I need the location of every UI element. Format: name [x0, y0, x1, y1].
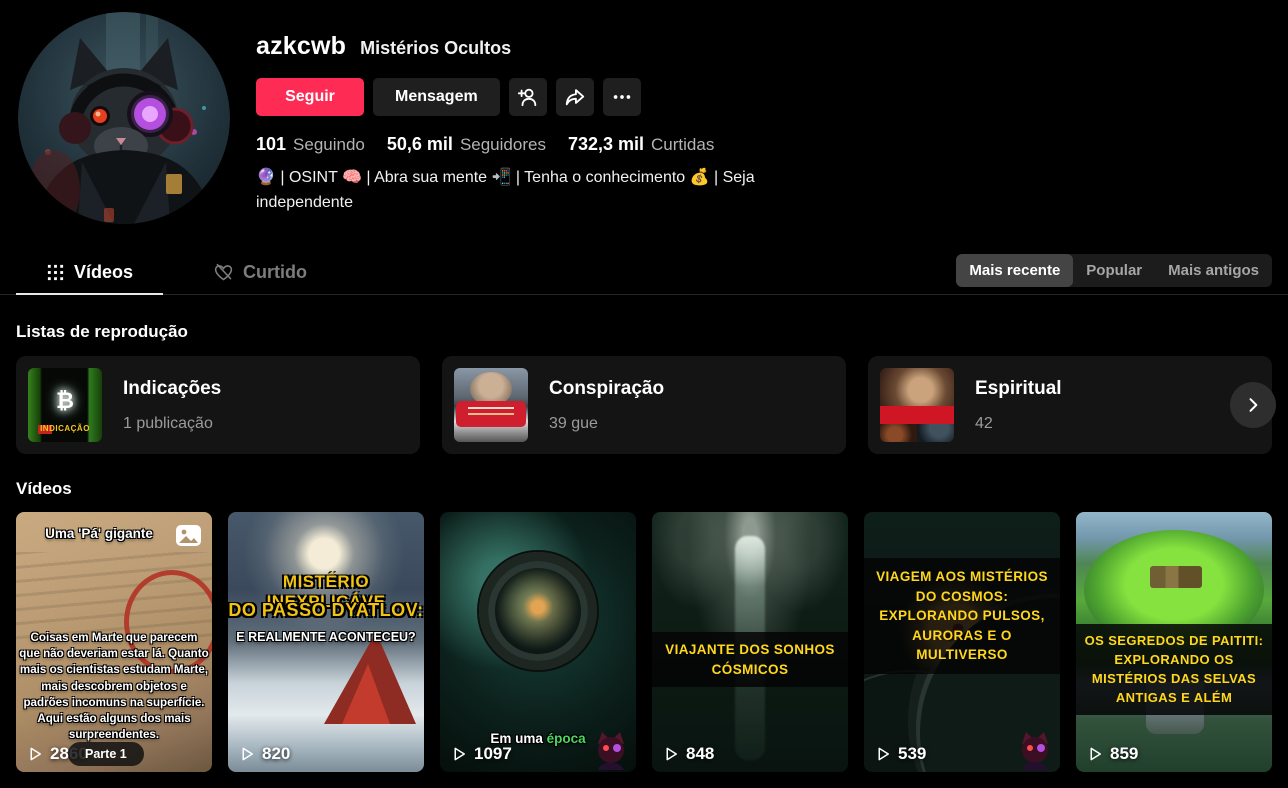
- avatar[interactable]: [18, 12, 230, 224]
- stat-likes[interactable]: 732,3 mil Curtidas: [568, 134, 714, 155]
- playlist-count: 42: [975, 414, 993, 432]
- cat-avatar-watermark: [598, 732, 624, 770]
- profile-header: azkcwb Mistérios Ocultos Seguir Mensagem: [0, 0, 1288, 224]
- play-icon: [878, 747, 889, 761]
- sort-segmented-control: Mais recente Popular Mais antigos: [956, 254, 1272, 287]
- playlists-next-button[interactable]: [1230, 382, 1276, 428]
- thumbnail-collage-left: [880, 424, 917, 442]
- playlist-thumbnail: [454, 368, 528, 442]
- video-top-label: Uma 'Pá' gigante: [45, 526, 153, 541]
- playlist-count: 39 gue: [549, 414, 598, 432]
- view-count: 1097: [450, 744, 512, 764]
- play-icon: [1090, 747, 1101, 761]
- sort-popular[interactable]: Popular: [1073, 254, 1155, 287]
- tab-bar: Vídeos Curtido Mais recente Popular Mais…: [0, 251, 1288, 295]
- video-title: VIAGEM AOS MISTÉRIOS DO COSMOS: EXPLORAN…: [864, 558, 1060, 674]
- tab-liked[interactable]: Curtido: [185, 251, 335, 294]
- stat-following[interactable]: 101 Seguindo: [256, 134, 365, 155]
- stat-label: Curtidas: [651, 135, 715, 154]
- sort-most-recent[interactable]: Mais recente: [956, 254, 1074, 287]
- village-huts-shape: [1150, 566, 1202, 588]
- cosmic-clock-shape: [479, 552, 597, 670]
- stat-value: 50,6 mil: [386, 134, 453, 154]
- video-card-cosmic-clock[interactable]: Em uma época 1097: [440, 512, 636, 772]
- video-card-mars[interactable]: Uma 'Pá' gigante Coisas em Marte que par…: [16, 512, 212, 772]
- profile-stats: 101 Seguindo 50,6 mil Seguidores 732,3 m…: [256, 134, 791, 155]
- playlists-row: ₿ INDICAÇÃO Indicações 1 publicação Cons…: [16, 356, 1276, 454]
- play-icon: [666, 747, 677, 761]
- video-title: OS SEGREDOS DE PAITITI: EXPLORANDO OS MI…: [1076, 624, 1272, 716]
- stat-label: Seguidores: [459, 135, 546, 154]
- playlist-count: 1 publicação: [123, 414, 213, 432]
- video-title-line2: DO PASSO DYATLOV:: [228, 600, 424, 620]
- tab-videos-label: Vídeos: [73, 262, 134, 282]
- play-icon: [30, 747, 41, 761]
- message-button[interactable]: Mensagem: [373, 78, 500, 116]
- thumbnail-red-banner: [456, 401, 526, 427]
- stat-value: 101: [256, 134, 287, 154]
- playlist-card-espiritual[interactable]: Espiritual 42: [868, 356, 1272, 454]
- thumbnail-caption: INDICAÇÃO: [40, 424, 90, 433]
- bitcoin-symbol: ₿: [56, 388, 74, 413]
- video-card-dyatlov[interactable]: MISTÉRIO INEXPLICÁVE DO PASSO DYATLOV: E…: [228, 512, 424, 772]
- chevron-right-icon: [1249, 398, 1258, 412]
- share-arrow-icon: [565, 89, 584, 106]
- view-count-value: 859: [1110, 744, 1139, 763]
- more-options-button[interactable]: [602, 78, 641, 116]
- stat-followers[interactable]: 50,6 mil Seguidores: [387, 134, 546, 155]
- view-count-value: 1097: [474, 744, 512, 763]
- stat-value: 732,3 mil: [567, 134, 645, 154]
- video-title: VIAJANTE DOS SONHOS CÓSMICOS: [652, 632, 848, 688]
- profile-info: azkcwb Mistérios Ocultos Seguir Mensagem: [256, 12, 791, 224]
- cyberpunk-cat-avatar-image: [18, 12, 230, 224]
- tab-liked-label: Curtido: [243, 262, 307, 282]
- share-button[interactable]: [555, 78, 594, 116]
- video-subtitle: E REALMENTE ACONTECEU?: [236, 630, 416, 644]
- view-count: 820: [238, 744, 290, 764]
- videos-grid: Uma 'Pá' gigante Coisas em Marte que par…: [16, 512, 1272, 772]
- playlists-heading: Listas de reprodução: [16, 322, 188, 341]
- thumbnail-face: [880, 368, 954, 408]
- sort-oldest[interactable]: Mais antigos: [1155, 254, 1272, 287]
- play-icon: [242, 747, 253, 761]
- videos-heading: Vídeos: [16, 479, 72, 498]
- playlist-thumbnail: ₿ INDICAÇÃO: [28, 368, 102, 442]
- grid-icon: [47, 264, 64, 281]
- photo-carousel-icon: [176, 525, 201, 546]
- add-friend-button[interactable]: [508, 78, 547, 116]
- playlist-title: Indicações: [123, 377, 222, 399]
- tab-videos[interactable]: Vídeos: [16, 251, 163, 295]
- profile-nickname: Mistérios Ocultos: [360, 38, 512, 58]
- playlist-thumbnail: [880, 368, 954, 442]
- ellipsis-icon: [613, 95, 630, 99]
- view-count-value: 539: [898, 744, 927, 763]
- view-count-value: 848: [686, 744, 715, 763]
- tent-shape-inner: [342, 664, 390, 724]
- playlist-title: Conspiração: [549, 377, 665, 399]
- play-icon: [454, 747, 465, 761]
- view-count: 859: [1086, 744, 1138, 764]
- thumbnail-red-banner: [880, 406, 954, 424]
- playlist-card-indicacoes[interactable]: ₿ INDICAÇÃO Indicações 1 publicação: [16, 356, 420, 454]
- playlist-title: Espiritual: [975, 377, 1062, 399]
- profile-username: azkcwb: [256, 32, 347, 60]
- stat-label: Seguindo: [293, 135, 365, 154]
- view-count-value: 820: [262, 744, 291, 763]
- cat-avatar-watermark: [1022, 732, 1048, 770]
- caption-highlight: época: [546, 731, 586, 746]
- video-card-paititi[interactable]: OS SEGREDOS DE PAITITI: EXPLORANDO OS MI…: [1076, 512, 1272, 772]
- view-count: 848: [662, 744, 714, 764]
- person-add-icon: [517, 88, 536, 107]
- heart-slash-icon: [214, 263, 233, 281]
- thumbnail-collage-right: [917, 424, 954, 442]
- follow-button[interactable]: Seguir: [256, 78, 364, 116]
- playlist-card-conspiracao[interactable]: Conspiração 39 gue: [442, 356, 846, 454]
- video-caption: Coisas em Marte que parecem que não deve…: [19, 631, 209, 742]
- profile-bio: 🔮 | OSINT 🧠 | Abra sua mente 📲 | Tenha o…: [256, 169, 755, 211]
- part-badge: Parte 1: [68, 742, 144, 766]
- video-card-dream-traveler[interactable]: VIAJANTE DOS SONHOS CÓSMICOS 848: [652, 512, 848, 772]
- view-count: 539: [874, 744, 926, 764]
- video-card-cosmos[interactable]: VIAGEM AOS MISTÉRIOS DO COSMOS: EXPLORAN…: [864, 512, 1060, 772]
